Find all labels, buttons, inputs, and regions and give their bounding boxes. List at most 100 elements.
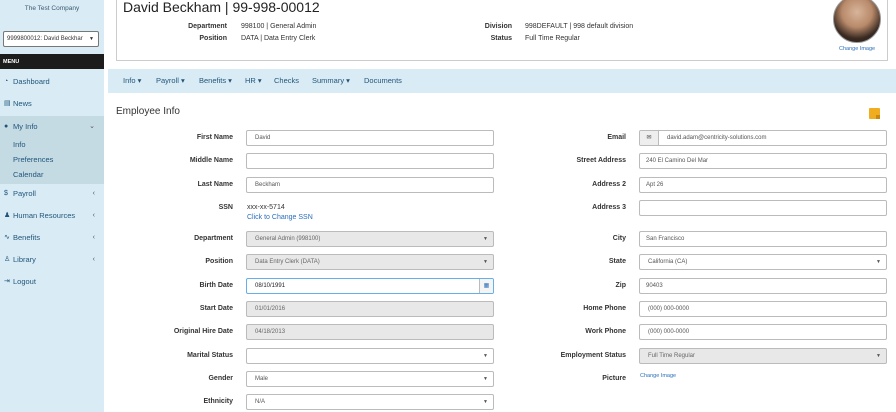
address2-input[interactable]: Apt 26: [639, 177, 887, 193]
zip-value: 90403: [646, 283, 663, 289]
tab-documents[interactable]: Documents: [364, 76, 402, 85]
library-icon: ♙: [4, 256, 11, 263]
chevron-left-icon: ‹: [92, 211, 95, 219]
caret-down-icon: ▼: [483, 259, 488, 265]
sidebar-item-label: News: [13, 98, 32, 108]
sidebar-item-human-resources[interactable]: ♟ Human Resources ‹: [0, 205, 104, 225]
caret-down-icon: ▼: [876, 259, 881, 265]
home-phone-value: (000) 000-0000: [648, 306, 690, 312]
caret-down-icon: ▼: [483, 236, 488, 242]
change-picture-link[interactable]: Change Image: [640, 373, 676, 379]
picture-label: Picture: [602, 375, 626, 382]
tab-payroll[interactable]: Payroll ▾: [156, 76, 185, 85]
birth-date-input[interactable]: 08/10/1991 ▦: [246, 278, 494, 294]
department-field-label: Department: [194, 235, 233, 242]
original-hire-date-value: 04/18/2013: [255, 329, 286, 335]
city-label: City: [612, 235, 626, 242]
home-phone-input[interactable]: (000) 000-0000: [639, 301, 887, 317]
status-label: Status: [490, 35, 512, 42]
menu-header: MENU: [0, 54, 104, 69]
sidebar-subitem-preferences[interactable]: Preferences: [13, 155, 53, 164]
employee-select-value: 9999800012: David Beckhar: [7, 36, 83, 42]
employment-status-select: Full Time Regular ▼: [639, 348, 887, 364]
sidebar-item-my-info[interactable]: ● My Info ⌄: [0, 116, 104, 136]
envelope-icon: ✉: [640, 131, 659, 145]
first-name-input[interactable]: David: [246, 130, 494, 146]
tab-summary[interactable]: Summary ▾: [312, 76, 350, 85]
marital-status-select[interactable]: ▼: [246, 348, 494, 364]
gender-value: Male: [255, 376, 269, 382]
pulse-icon: ∿: [4, 234, 10, 241]
sidebar-item-logout[interactable]: ⇥ Logout: [0, 271, 104, 291]
sidebar-item-label: Human Resources: [13, 210, 76, 220]
tab-checks[interactable]: Checks: [274, 76, 299, 85]
employee-select[interactable]: 9999800012: David Beckhar ▼: [3, 31, 99, 47]
sidebar-subitem-calendar[interactable]: Calendar: [13, 170, 43, 179]
birth-date-value: 08/10/1991: [255, 283, 286, 289]
position-value: DATA | Data Entry Clerk: [241, 35, 316, 42]
street-address-input[interactable]: 240 El Camino Del Mar: [639, 153, 887, 169]
email-label: Email: [607, 134, 626, 141]
middle-name-input[interactable]: [246, 153, 494, 169]
ssn-label: SSN: [218, 204, 233, 211]
tab-info[interactable]: Info ▾: [123, 76, 141, 85]
employment-status-value: Full Time Regular: [648, 353, 696, 359]
calendar-icon[interactable]: ▦: [479, 279, 493, 293]
email-value: david.adam@centricity-solutions.com: [667, 135, 767, 141]
sidebar-subitem-info[interactable]: Info: [13, 140, 26, 149]
change-image-link[interactable]: Change Image: [839, 46, 875, 52]
last-name-input[interactable]: Beckham: [246, 177, 494, 193]
address3-input[interactable]: [639, 200, 887, 216]
newspaper-icon: ▤: [4, 100, 11, 107]
city-value: San Francisco: [646, 236, 685, 242]
start-date-input: 01/01/2016: [246, 301, 494, 317]
company-name: The Test Company: [24, 5, 80, 12]
sticky-note-icon[interactable]: [869, 108, 880, 119]
gender-select[interactable]: Male ▼: [246, 371, 494, 387]
sidebar-item-label: Dashboard: [13, 76, 50, 86]
logout-icon: ⇥: [4, 278, 10, 285]
zip-input[interactable]: 90403: [639, 278, 887, 294]
sidebar-item-dashboard[interactable]: ◔ Dashboard: [0, 71, 104, 91]
employee-name: David Beckham | 99-998-00012: [123, 0, 320, 15]
sidebar-item-payroll[interactable]: $ Payroll ‹: [0, 183, 104, 203]
division-value: 998DEFAULT | 998 default division: [525, 23, 634, 30]
tab-hr[interactable]: HR ▾: [245, 76, 262, 85]
street-address-label: Street Address: [576, 157, 626, 164]
tab-benefits[interactable]: Benefits ▾: [199, 76, 232, 85]
sidebar-item-label: Logout: [13, 276, 36, 286]
original-hire-date-input: 04/18/2013: [246, 324, 494, 340]
division-label: Division: [484, 23, 512, 30]
user-icon: ●: [4, 122, 9, 130]
change-ssn-link[interactable]: Click to Change SSN: [247, 214, 313, 221]
sidebar-item-label: Library: [13, 254, 36, 264]
sidebar-item-benefits[interactable]: ∿ Benefits ‹: [0, 227, 104, 247]
last-name-label: Last Name: [197, 181, 233, 188]
sidebar-item-label: My Info: [13, 121, 38, 131]
sidebar: The Test Company 9999800012: David Beckh…: [0, 0, 104, 412]
ethnicity-label: Ethnicity: [203, 398, 233, 405]
birth-date-label: Birth Date: [199, 282, 233, 289]
ethnicity-value: N/A: [255, 399, 266, 405]
state-label: State: [608, 258, 626, 265]
section-title: Employee Info: [116, 106, 180, 117]
work-phone-input[interactable]: (000) 000-0000: [639, 324, 887, 340]
state-select[interactable]: California (CA) ▼: [639, 254, 887, 270]
original-hire-date-label: Original Hire Date: [173, 328, 233, 335]
department-select-value: General Admin (998100): [255, 236, 321, 242]
sidebar-item-news[interactable]: ▤ News: [0, 93, 104, 113]
ssn-value: xxx-xx-5714: [247, 204, 285, 211]
middle-name-label: Middle Name: [189, 157, 233, 164]
department-select[interactable]: General Admin (998100) ▼: [246, 231, 494, 247]
address3-label: Address 3: [592, 204, 626, 211]
sidebar-item-label: Payroll: [13, 188, 36, 198]
email-input[interactable]: ✉ david.adam@centricity-solutions.com: [639, 130, 887, 146]
avatar: [833, 0, 881, 43]
sidebar-item-library[interactable]: ♙ Library ‹: [0, 249, 104, 269]
city-input[interactable]: San Francisco: [639, 231, 887, 247]
home-phone-label: Home Phone: [583, 305, 626, 312]
position-select-value: Data Entry Clerk (DATA): [255, 259, 320, 265]
ethnicity-select[interactable]: N/A ▼: [246, 394, 494, 410]
position-select[interactable]: Data Entry Clerk (DATA) ▼: [246, 254, 494, 270]
employee-header: David Beckham | 99-998-00012 Department …: [116, 0, 888, 61]
